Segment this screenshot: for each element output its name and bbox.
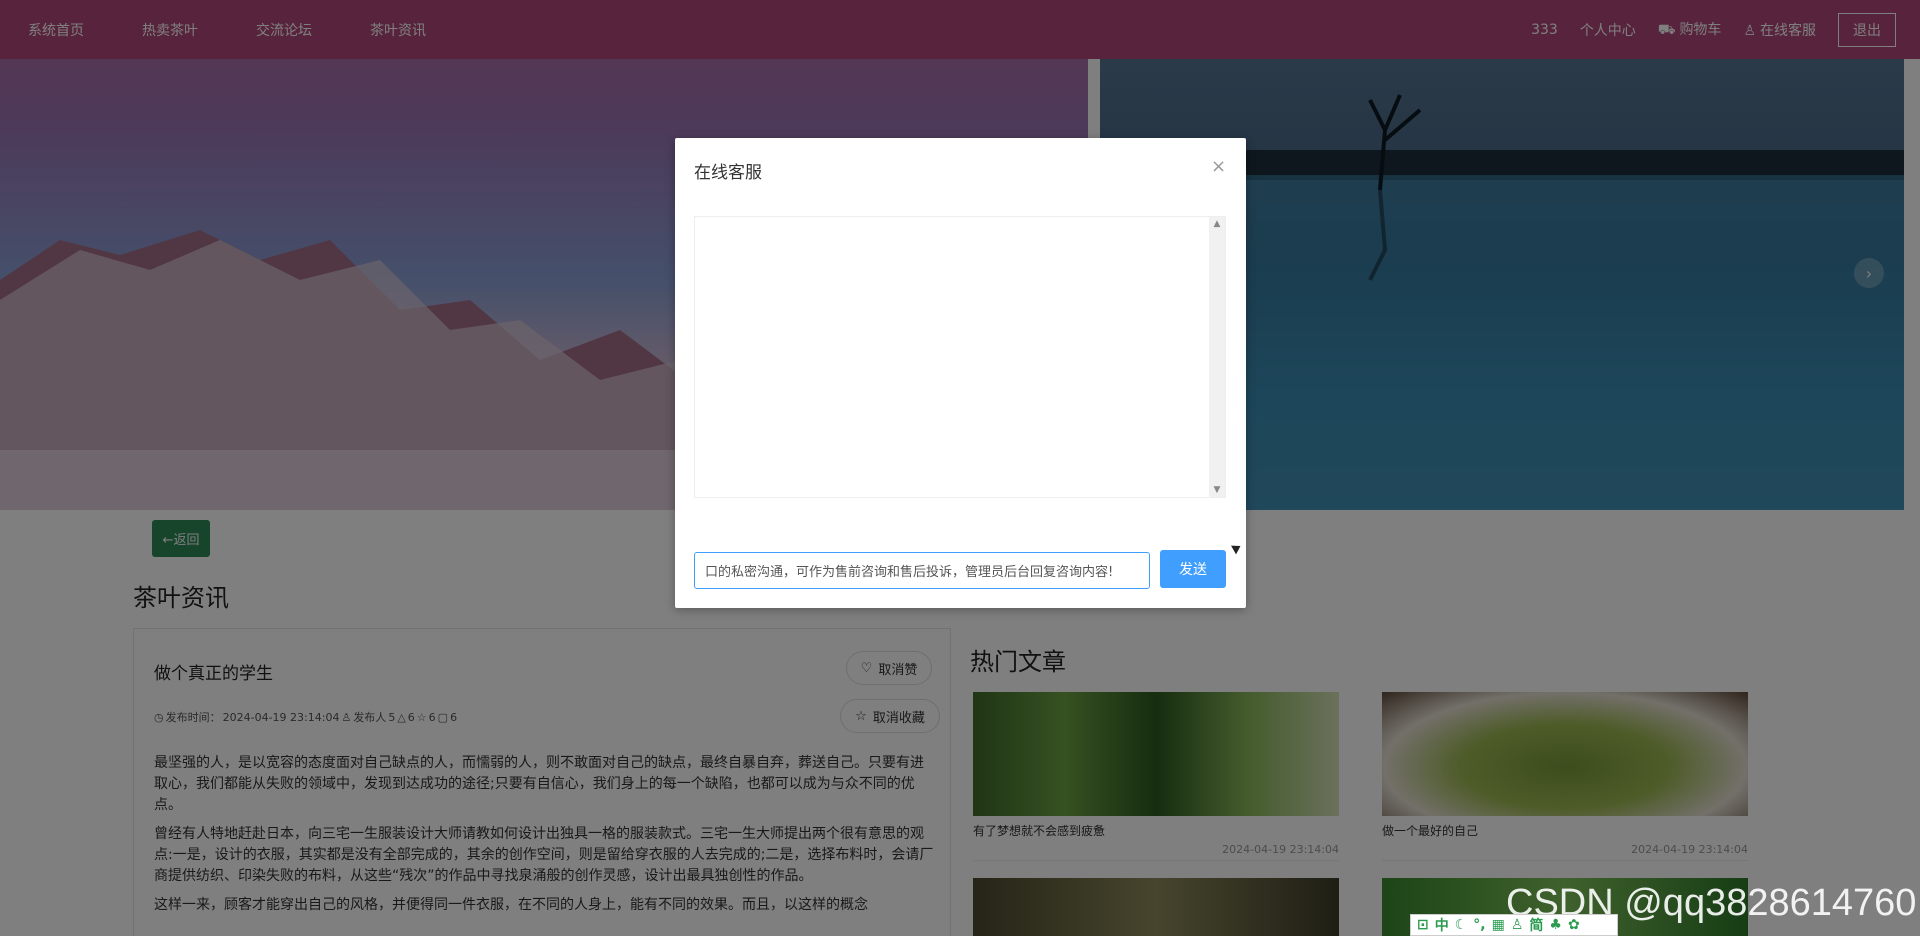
dialog-title: 在线客服 xyxy=(694,163,762,183)
chat-scrollbar[interactable]: ▲ ▼ xyxy=(1209,217,1225,497)
moon-icon[interactable]: ☾ xyxy=(1455,917,1468,933)
keyboard-icon[interactable]: ▦ xyxy=(1492,917,1505,933)
scroll-up-icon[interactable]: ▲ xyxy=(1209,219,1225,229)
chat-history[interactable]: ▲ ▼ xyxy=(694,216,1226,498)
customer-service-dialog: 在线客服 × ▲ ▼ 发送 xyxy=(675,138,1246,608)
ime-toolbar[interactable]: ⊡ 中 ☾ °, ▦ ♙ 简 ♣ ✿ xyxy=(1410,914,1618,936)
ime-simplified[interactable]: 简 xyxy=(1529,915,1543,935)
ime-chinese[interactable]: 中 xyxy=(1435,915,1449,935)
punctuation-icon[interactable]: °, xyxy=(1473,917,1485,933)
user-icon[interactable]: ♙ xyxy=(1511,917,1524,933)
ime-logo-icon: ⊡ xyxy=(1417,917,1429,933)
close-icon[interactable]: × xyxy=(1211,156,1226,177)
gear-icon[interactable]: ✿ xyxy=(1568,917,1580,933)
send-button[interactable]: 发送 xyxy=(1160,550,1226,588)
scroll-down-icon[interactable]: ▼ xyxy=(1209,485,1225,495)
skin-icon[interactable]: ♣ xyxy=(1549,917,1562,933)
chat-message-input[interactable] xyxy=(694,552,1150,589)
